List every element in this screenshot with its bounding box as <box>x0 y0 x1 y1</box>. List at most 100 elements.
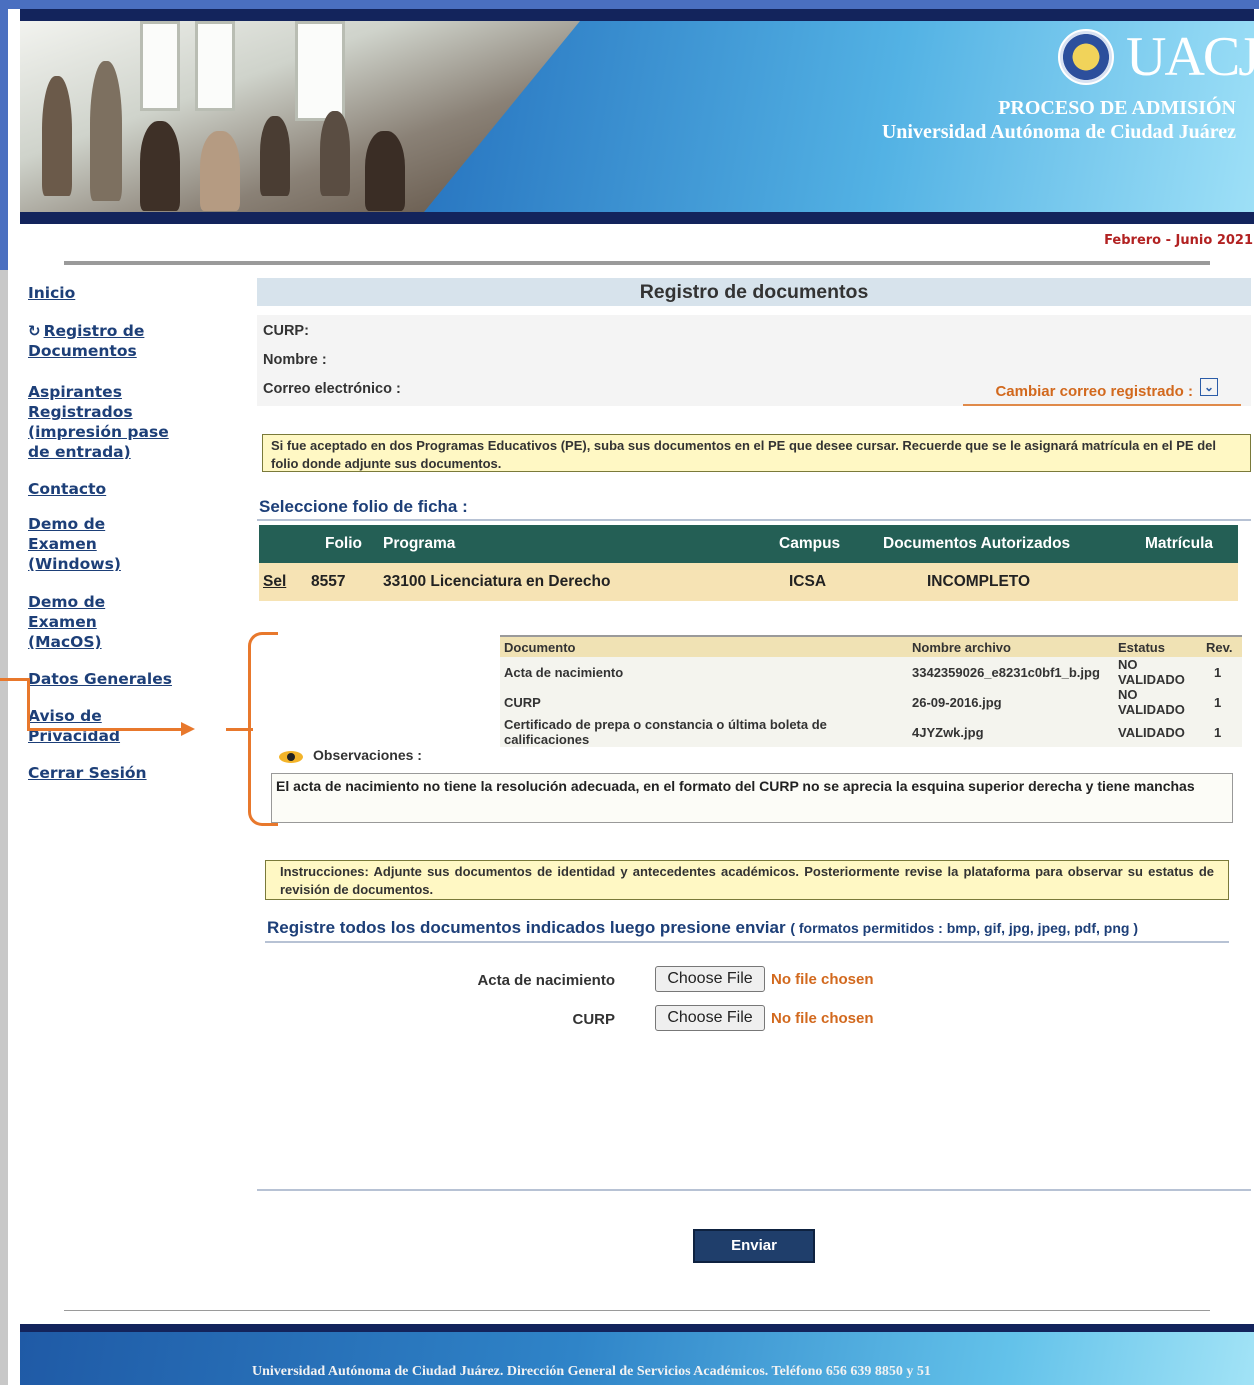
select-folio-title: Seleccione folio de ficha : <box>259 497 468 516</box>
annotation-arrow-head-icon <box>181 722 195 736</box>
status-badge: NO VALIDADO <box>1118 657 1206 687</box>
section-divider <box>257 519 1251 521</box>
column-header: Matrícula <box>1133 525 1238 563</box>
select-folio-link[interactable]: Sel <box>263 573 286 590</box>
column-header: Rev. <box>1206 635 1242 657</box>
university-seal-icon <box>1058 29 1114 85</box>
sidebar-item-aspirantes[interactable]: Aspirantes Registrados (impresión pase d… <box>28 382 178 462</box>
annotation-arrow-line <box>27 728 183 731</box>
sidebar-item-contacto[interactable]: Contacto <box>28 479 218 499</box>
photo-window <box>295 21 345 121</box>
photo-person <box>365 131 405 211</box>
photo-window <box>140 21 180 111</box>
documents-table-header: Documento Nombre archivo Estatus Rev. <box>500 635 1242 657</box>
file-status-curp: No file chosen <box>771 1010 874 1027</box>
curp-label: CURP: <box>263 323 309 339</box>
folio-table: Folio Programa Campus Documentos Autoriz… <box>259 525 1238 601</box>
sidebar-item-datos-generales[interactable]: Datos Generales <box>28 669 218 689</box>
header-university-name: Universidad Autónoma de Ciudad Juárez <box>881 121 1236 143</box>
folio-cell: 8557 <box>311 563 383 601</box>
column-header: Estatus <box>1118 635 1206 657</box>
header-bottom-strip <box>20 212 1254 224</box>
bottom-divider <box>257 1189 1251 1191</box>
revision-count: 1 <box>1206 657 1242 687</box>
sidebar-item-cerrar-sesion[interactable]: Cerrar Sesión <box>28 763 218 783</box>
header-subtitle: PROCESO DE ADMISIÓN <box>998 97 1236 119</box>
document-name: Acta de nacimiento <box>500 657 912 687</box>
upload-section-title: Registre todos los documentos indicados … <box>267 918 1138 938</box>
photo-person <box>140 121 180 211</box>
footer-text: Universidad Autónoma de Ciudad Juárez. D… <box>252 1364 931 1379</box>
students-photo <box>20 21 580 213</box>
header-top-strip <box>20 9 1254 21</box>
photo-person <box>320 111 350 196</box>
sidebar-item-aviso-privacidad[interactable]: Aviso de Privacidad <box>28 706 128 746</box>
photo-person <box>42 76 72 196</box>
column-header: Campus <box>753 525 883 563</box>
nombre-label: Nombre : <box>263 352 327 368</box>
sidebar-item-label: Registro de Documentos <box>28 322 145 360</box>
select-folio-cell: Sel <box>259 563 311 601</box>
eye-icon <box>279 751 303 763</box>
footer-banner: Universidad Autónoma de Ciudad Juárez. D… <box>20 1324 1254 1385</box>
revision-count: 1 <box>1206 717 1242 747</box>
sidebar-item-inicio[interactable]: Inicio <box>28 283 218 303</box>
photo-person <box>260 116 290 196</box>
column-header: Programa <box>383 525 753 563</box>
observaciones-textarea[interactable]: El acta de nacimiento no tiene la resolu… <box>271 773 1233 823</box>
upload-divider <box>265 941 1229 943</box>
programa-cell: 33100 Licenciatura en Derecho <box>383 563 753 601</box>
page-title: Registro de documentos <box>257 278 1251 306</box>
header-banner: UACJ PROCESO DE ADMISIÓN Universidad Aut… <box>20 9 1254 224</box>
file-name: 4JYZwk.jpg <box>912 717 1118 747</box>
uacj-logo-text: UACJ <box>1126 26 1254 88</box>
column-header: Documentos Autorizados <box>883 525 1133 563</box>
documentos-cell: INCOMPLETO <box>883 563 1133 601</box>
upload-label-curp: CURP <box>572 1011 615 1028</box>
left-frame-accent <box>0 0 8 270</box>
campus-cell: ICSA <box>753 563 883 601</box>
choose-file-button-acta[interactable]: Choose File <box>655 966 765 992</box>
table-row: Acta de nacimiento 3342359026_e8231c0bf1… <box>500 657 1242 687</box>
revision-count: 1 <box>1206 687 1242 717</box>
photo-person <box>90 61 122 201</box>
status-badge: VALIDADO <box>1118 717 1206 747</box>
status-badge: NO VALIDADO <box>1118 687 1206 717</box>
top-divider <box>64 261 1210 265</box>
column-header: Nombre archivo <box>912 635 1118 657</box>
top-frame-border <box>0 0 1259 9</box>
table-row: CURP 26-09-2016.jpg NO VALIDADO 1 <box>500 687 1242 717</box>
footer-top-strip <box>20 1324 1254 1332</box>
file-status-acta: No file chosen <box>771 971 874 988</box>
column-header: Documento <box>500 635 912 657</box>
chevron-down-icon[interactable]: ⌄ <box>1200 378 1218 396</box>
file-name: 3342359026_e8231c0bf1_b.jpg <box>912 657 1118 687</box>
choose-file-button-curp[interactable]: Choose File <box>655 1005 765 1031</box>
matricula-cell <box>1133 563 1238 601</box>
correo-label: Correo electrónico : <box>263 381 401 397</box>
photo-window <box>195 21 235 111</box>
documents-table: Documento Nombre archivo Estatus Rev. Ac… <box>500 635 1242 747</box>
table-row: Certificado de prepa o constancia o últi… <box>500 717 1242 747</box>
column-header <box>259 525 311 563</box>
admission-period: Febrero - Junio 2021 <box>1104 233 1253 248</box>
change-email-link[interactable]: Cambiar correo registrado : <box>995 383 1193 400</box>
observaciones-label: Observaciones : <box>313 747 422 763</box>
upload-label-acta: Acta de nacimiento <box>477 972 615 989</box>
folio-table-header: Folio Programa Campus Documentos Autoriz… <box>259 525 1238 563</box>
annotation-arrow-line <box>27 678 30 731</box>
send-button[interactable]: Enviar <box>693 1229 815 1263</box>
notice-two-programs: Si fue aceptado en dos Programas Educati… <box>262 434 1251 472</box>
annotation-arrow-line <box>0 678 28 681</box>
allowed-formats: ( formatos permitidos : bmp, gif, jpg, j… <box>790 920 1138 936</box>
file-name: 26-09-2016.jpg <box>912 687 1118 717</box>
sidebar-item-registro-documentos[interactable]: ↻ Registro de Documentos <box>28 321 178 361</box>
sidebar-item-demo-macos[interactable]: Demo de Examen (MacOS) <box>28 592 128 652</box>
column-header: Folio <box>311 525 383 563</box>
sidebar-item-demo-windows[interactable]: Demo de Examen (Windows) <box>28 514 128 574</box>
document-name: Certificado de prepa o constancia o últi… <box>500 717 912 747</box>
change-email-underline <box>963 404 1241 406</box>
refresh-icon: ↻ <box>28 322 41 340</box>
upload-title-text: Registre todos los documentos indicados … <box>267 918 786 937</box>
photo-person <box>200 131 240 211</box>
